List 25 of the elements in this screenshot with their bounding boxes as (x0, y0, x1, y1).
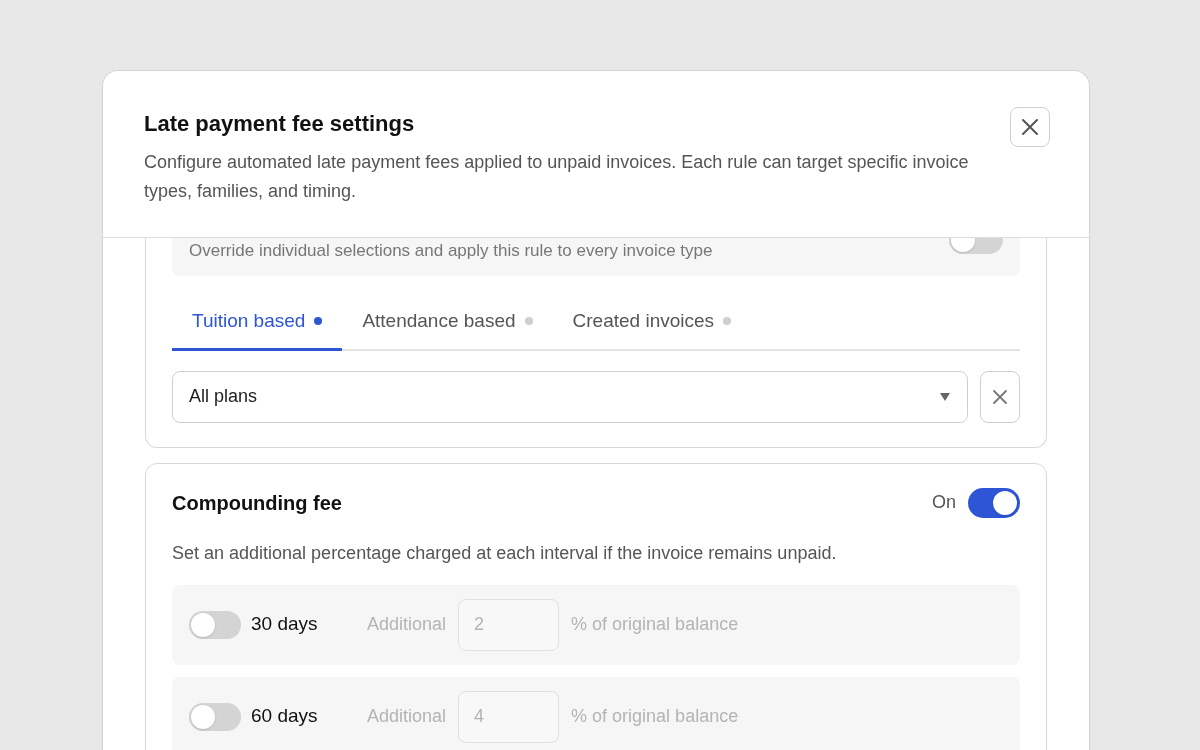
field-suffix: % of original balance (571, 705, 739, 728)
tab[interactable]: Created invoices (552, 297, 752, 351)
close-icon (992, 388, 1008, 405)
clear-button[interactable] (980, 370, 1020, 423)
interval-label: 30 days (251, 612, 319, 637)
close-button[interactable] (1010, 107, 1050, 147)
toggle-switch[interactable] (189, 610, 241, 639)
toggle-label: On (932, 491, 956, 514)
plan-select[interactable]: All plans (172, 370, 968, 423)
caret-icon (939, 391, 951, 402)
dialog-description: Configure automated late payment fees applied to unpaid invoices. Each rule can target specific invoice types, families, and timing. (144, 151, 970, 203)
interval-label: 60 days (251, 704, 319, 729)
tab[interactable]: Tuition based (172, 297, 343, 351)
setting-description: Override individual selections and apply this rule to every invoice type (189, 240, 713, 262)
tab[interactable]: Attendance based (342, 297, 553, 351)
select-value: All plans (189, 385, 258, 408)
close-icon (1021, 118, 1039, 136)
field-suffix: % of original balance (571, 613, 739, 636)
field-label: Additional (367, 705, 447, 728)
section-description: Set an additional percentage charged at each interval if the invoice remains unpaid. (172, 541, 838, 565)
section-title: Compounding fee (172, 490, 342, 516)
dialog-title: Late payment fee settings (144, 110, 416, 138)
toggle-switch[interactable] (968, 487, 1020, 518)
toggle-switch[interactable] (189, 702, 241, 731)
field-label: Additional (367, 613, 447, 636)
